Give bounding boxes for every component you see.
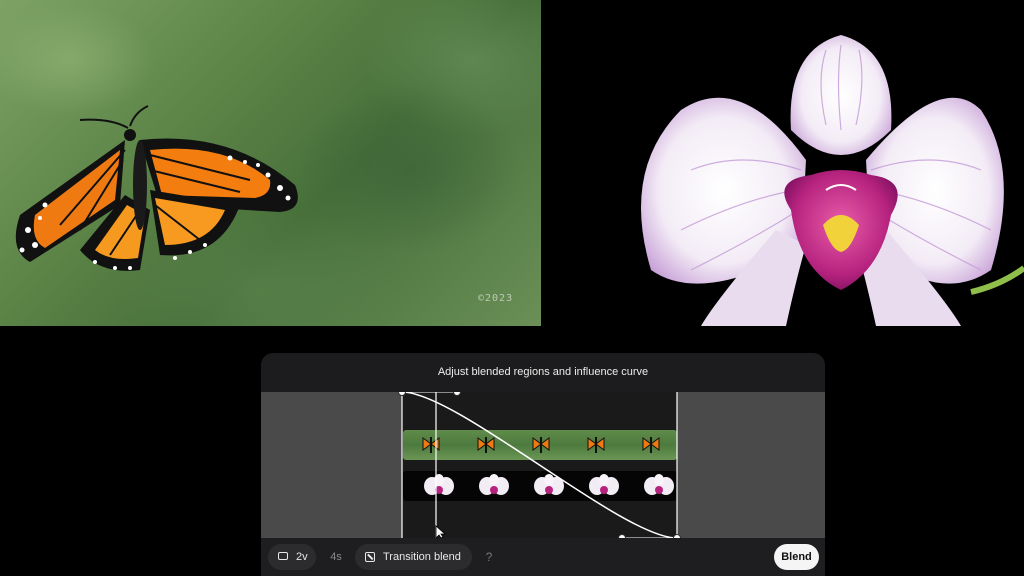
transition-label: Transition blend: [383, 551, 461, 563]
mouse-pointer-icon: [435, 525, 447, 538]
watermark-text: ©2023: [478, 293, 514, 304]
blend-timeline[interactable]: [261, 392, 825, 538]
curve-handle-top[interactable]: [453, 392, 461, 396]
orchid-preview: [541, 0, 1024, 326]
influence-curve-overlay[interactable]: [261, 392, 825, 538]
speed-label: 2v: [296, 551, 308, 563]
speed-button[interactable]: 2v: [268, 544, 316, 570]
influence-curve[interactable]: [401, 392, 678, 538]
orchid-flower-image: [641, 35, 1024, 326]
transition-blend-icon: [365, 552, 375, 562]
blend-panel: Adjust blended regions and influence cur…: [261, 353, 825, 576]
blend-toolbar: 2v 4s Transition blend ? Blend: [261, 538, 825, 576]
panel-title: Adjust blended regions and influence cur…: [437, 366, 649, 378]
blend-button[interactable]: Blend: [774, 544, 819, 570]
speed-box-icon: [278, 552, 288, 560]
monarch-butterfly-image: [15, 105, 298, 271]
duration-button[interactable]: 4s: [321, 544, 351, 570]
butterfly-preview: ©2023: [0, 0, 541, 326]
curve-start-point[interactable]: [398, 392, 406, 396]
transition-blend-button[interactable]: Transition blend: [355, 544, 472, 570]
help-button[interactable]: ?: [479, 544, 499, 570]
